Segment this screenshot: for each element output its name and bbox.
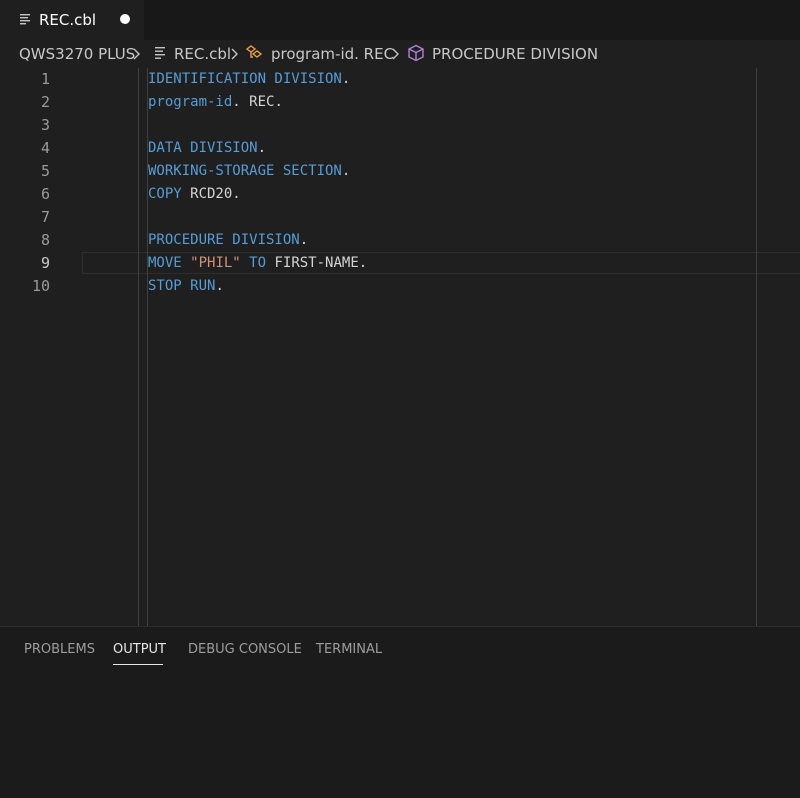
editor-ruler <box>756 68 757 626</box>
code-string: "PHIL" <box>190 255 241 271</box>
indent-guide <box>138 68 139 626</box>
output-area[interactable] <box>0 671 800 798</box>
breadcrumb-file[interactable]: REC.cbl <box>174 44 231 64</box>
code-keyword: program-id <box>148 94 233 110</box>
chevron-right-icon <box>133 48 140 60</box>
tab-terminal[interactable]: TERMINAL <box>316 641 382 659</box>
code-text: . <box>341 71 351 87</box>
code-keyword: STOP RUN <box>148 278 216 294</box>
line-number: 10 <box>31 277 50 295</box>
code-line[interactable]: MOVE "PHIL" TO FIRST-NAME. <box>148 252 367 275</box>
code-line[interactable]: program-id. REC. <box>148 91 283 114</box>
file-lines-icon <box>20 14 30 25</box>
bottom-panel: PROBLEMS OUTPUT DEBUG CONSOLE TERMINAL <box>0 626 800 798</box>
symbol-key-icon <box>245 45 263 58</box>
file-lines-icon <box>155 47 165 59</box>
code-keyword: WORKING-STORAGE SECTION <box>148 163 342 179</box>
code-keyword: COPY <box>148 186 182 202</box>
code-line[interactable]: PROCEDURE DIVISION. <box>148 229 308 252</box>
code-text: FIRST-NAME. <box>266 255 368 271</box>
active-tab-indicator <box>113 664 163 665</box>
line-number: 3 <box>40 116 50 134</box>
code-line[interactable]: DATA DIVISION. <box>148 137 266 160</box>
line-number: 4 <box>40 139 50 157</box>
breadcrumb: QWS3270 PLUS REC.cbl program-id. REC PRO… <box>0 40 800 68</box>
tab-problems[interactable]: PROBLEMS <box>24 641 95 659</box>
breadcrumb-section[interactable]: PROCEDURE DIVISION <box>432 44 598 64</box>
line-number: 2 <box>40 93 50 111</box>
code-line[interactable]: WORKING-STORAGE SECTION. <box>148 160 350 183</box>
unsaved-dot-icon[interactable] <box>120 14 130 24</box>
code-keyword: DATA DIVISION <box>148 140 258 156</box>
breadcrumb-symbol[interactable]: program-id. REC <box>271 44 394 64</box>
code-text: . <box>257 140 267 156</box>
tab-debug-console[interactable]: DEBUG CONSOLE <box>188 641 302 659</box>
tab-bar: REC.cbl <box>0 0 800 40</box>
tab-label: REC.cbl <box>39 11 97 29</box>
chevron-right-icon <box>392 48 399 60</box>
code-text: RCD20. <box>181 186 241 202</box>
code-keyword: IDENTIFICATION DIVISION <box>148 71 342 87</box>
code-keyword: TO <box>249 255 267 271</box>
code-text: . <box>215 278 224 294</box>
line-number: 8 <box>40 231 50 249</box>
line-number: 9 <box>40 254 50 272</box>
code-line[interactable]: STOP RUN. <box>148 275 224 298</box>
line-number-gutter[interactable]: 1 2 3 4 5 6 7 8 9 10 <box>0 68 80 626</box>
code-editor[interactable]: 1 2 3 4 5 6 7 8 9 10 IDENTIFICATION DIVISION. prog… <box>0 68 800 626</box>
chevron-right-icon <box>231 48 238 60</box>
cube-icon <box>408 44 424 62</box>
code-text: . REC. <box>232 94 283 110</box>
code-text: . <box>341 163 351 179</box>
code-keyword: MOVE <box>148 255 182 271</box>
breadcrumb-root[interactable]: QWS3270 PLUS <box>19 44 135 64</box>
line-number: 5 <box>40 162 50 180</box>
code-line[interactable]: COPY RCD20. <box>148 183 241 206</box>
tab-output[interactable]: OUTPUT <box>113 641 166 659</box>
line-number: 7 <box>40 208 50 226</box>
code-text: . <box>299 232 309 248</box>
line-number: 6 <box>40 185 50 203</box>
code-line[interactable]: IDENTIFICATION DIVISION. <box>148 68 350 91</box>
editor-tab-rec-cbl[interactable]: REC.cbl <box>0 0 144 40</box>
code-keyword: PROCEDURE DIVISION <box>148 232 300 248</box>
line-number: 1 <box>40 70 50 88</box>
